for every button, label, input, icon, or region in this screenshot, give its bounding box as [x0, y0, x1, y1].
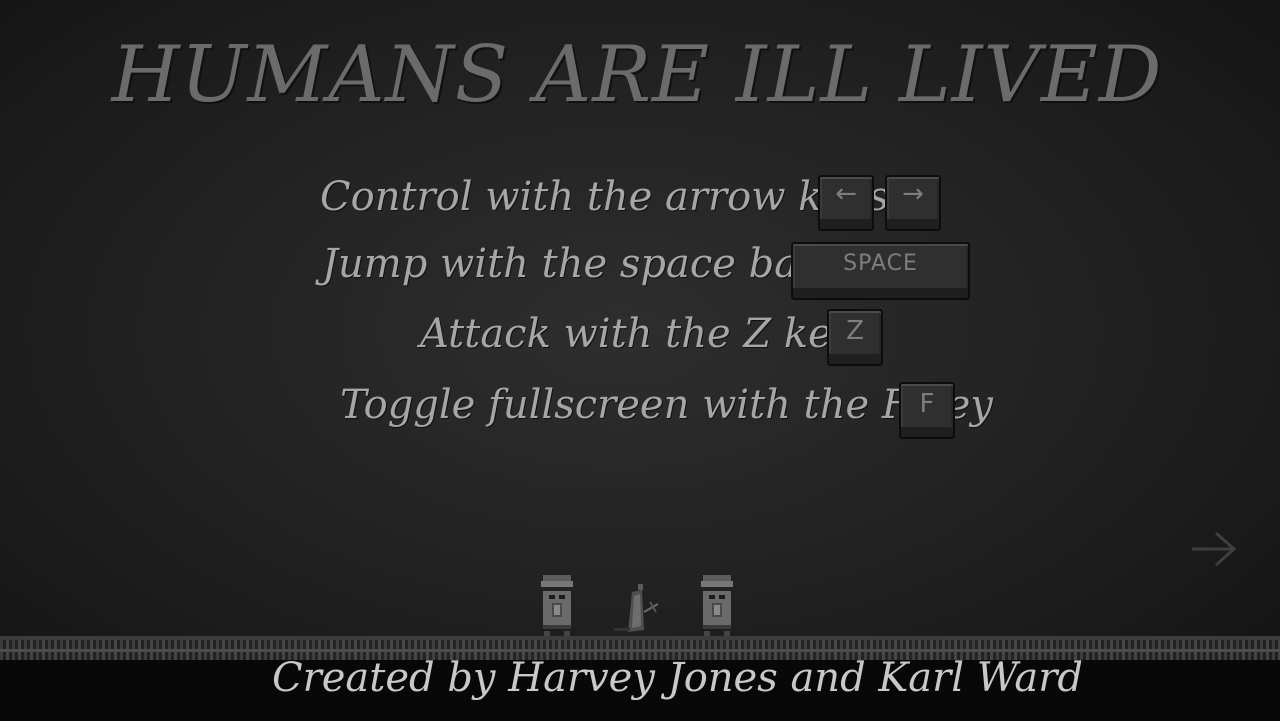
instruction-jump: Jump with the space bar	[322, 241, 818, 287]
instruction-attack: Attack with the Z key	[420, 311, 855, 357]
credits-text: Created by Harvey Jones and Karl Ward	[272, 655, 1083, 701]
instruction-move: Control with the arrow keys	[320, 174, 890, 220]
instruction-fullscreen: Toggle fullscreen with the F key	[340, 382, 993, 428]
f-key-icon: F	[899, 382, 955, 439]
statue-icon	[700, 575, 734, 639]
player-character-icon	[614, 584, 659, 632]
ground-edge	[0, 636, 1280, 640]
statue-icon	[540, 575, 574, 639]
z-key-icon: Z	[827, 309, 883, 366]
game-screen: HUMANS ARE ILL LIVED Control with the ar…	[0, 0, 1280, 721]
left-arrow-key-icon: ←	[818, 175, 874, 231]
ground-trim	[0, 649, 1280, 652]
right-arrow-key-icon: →	[885, 175, 941, 231]
game-title: HUMANS ARE ILL LIVED	[111, 30, 1163, 120]
arrow-right-icon[interactable]	[1190, 527, 1238, 571]
space-key-icon: SPACE	[791, 242, 970, 300]
